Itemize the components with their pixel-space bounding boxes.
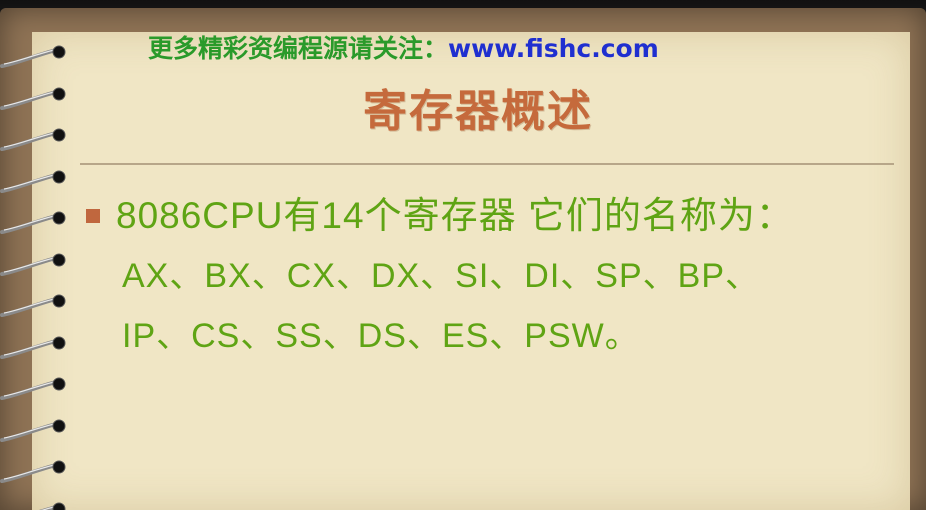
binding-hole	[52, 502, 66, 510]
register-list-line-2: IP、CS、SS、DS、ES、PSW。	[122, 317, 640, 355]
binding-wire-highlight	[3, 298, 55, 314]
promo-header: 更多精彩资编程源请关注：www.fishc.com	[148, 33, 659, 65]
binding-wire	[0, 463, 58, 483]
binding-wire-highlight	[3, 423, 55, 439]
promo-text: 更多精彩资编程源请关注：	[148, 34, 449, 63]
binding-wire-highlight	[3, 381, 55, 397]
title-divider	[80, 163, 894, 165]
binding-wire-highlight	[3, 257, 55, 273]
binding-hole	[52, 45, 66, 59]
square-bullet-icon	[86, 209, 100, 223]
binding-hole	[52, 336, 66, 350]
binding-wire-highlight	[3, 464, 55, 480]
binding-hole	[52, 377, 66, 391]
binding-wire	[0, 422, 58, 442]
binding-hole	[52, 294, 66, 308]
slide-title: 寄存器概述	[363, 86, 593, 137]
binding-wire	[0, 131, 58, 151]
register-list-line-1: AX、BX、CX、DX、SI、DI、SP、BP、	[122, 257, 761, 295]
site-url: www.fishc.com	[448, 34, 659, 63]
binding-hole	[52, 253, 66, 267]
binding-hole	[52, 211, 66, 225]
binding-hole	[52, 87, 66, 101]
binding-hole	[52, 419, 66, 433]
binding-wire-highlight	[3, 174, 55, 190]
binding-wire	[0, 173, 58, 193]
binding-wire	[0, 380, 58, 400]
binding-hole	[52, 460, 66, 474]
binding-wire-highlight	[3, 49, 55, 65]
binding-wire-highlight	[3, 132, 55, 148]
binding-hole	[52, 128, 66, 142]
binding-wire-highlight	[3, 340, 55, 356]
binding-hole	[52, 170, 66, 184]
binding-wire	[0, 214, 58, 234]
binding-wire	[0, 48, 58, 68]
binding-wire-highlight	[3, 91, 55, 107]
binding-wire-highlight	[3, 215, 55, 231]
bullet-text: 8086CPU有14个寄存器 它们的名称为：	[116, 195, 794, 236]
binding-wire	[0, 90, 58, 110]
binding-wire	[0, 339, 58, 359]
spiral-binding-icon	[0, 45, 66, 510]
binding-wire	[0, 297, 58, 317]
binding-wire	[0, 256, 58, 276]
